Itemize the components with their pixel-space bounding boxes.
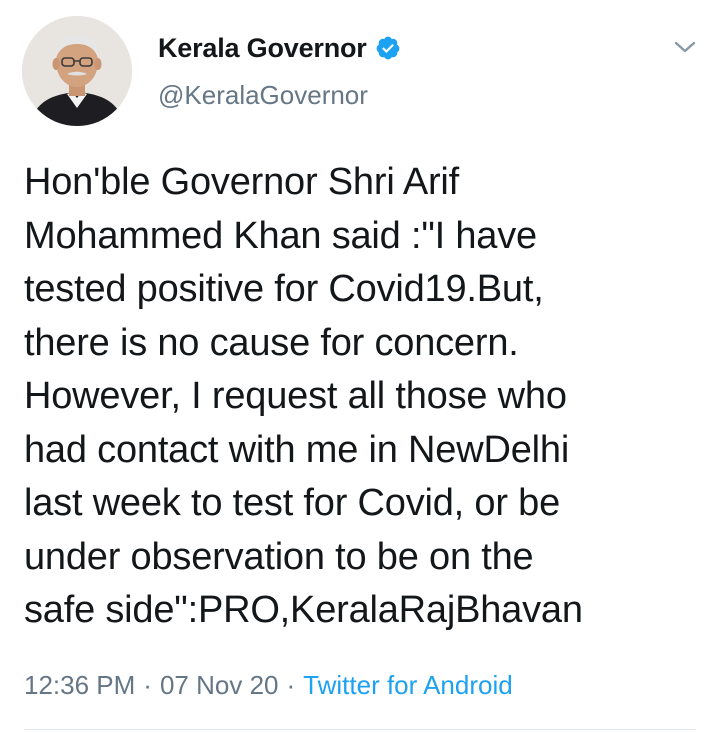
- chevron-down-icon[interactable]: [672, 36, 698, 58]
- author-name-row[interactable]: Kerala Governor: [158, 30, 401, 66]
- meta-separator: ·: [143, 670, 152, 700]
- meta-separator: ·: [286, 670, 296, 700]
- author-handle[interactable]: @KeralaGovernor: [158, 80, 368, 111]
- tweet-meta: 12:36 PM · 07 Nov 20 · Twitter for Andro…: [24, 670, 513, 701]
- tweet-card: Kerala Governor @KeralaGovernor Hon'ble …: [0, 0, 720, 734]
- divider: [24, 729, 696, 730]
- avatar[interactable]: [22, 16, 132, 126]
- author-display-name[interactable]: Kerala Governor: [158, 33, 367, 64]
- profile-photo-icon: [22, 16, 132, 126]
- verified-badge-icon: [375, 35, 401, 61]
- tweet-time[interactable]: 12:36 PM: [24, 670, 135, 701]
- tweet-date[interactable]: 07 Nov 20: [160, 670, 279, 701]
- tweet-source-link[interactable]: Twitter for Android: [303, 670, 513, 701]
- tweet-text: Hon'ble Governor Shri Arif Mohammed Khan…: [24, 161, 583, 631]
